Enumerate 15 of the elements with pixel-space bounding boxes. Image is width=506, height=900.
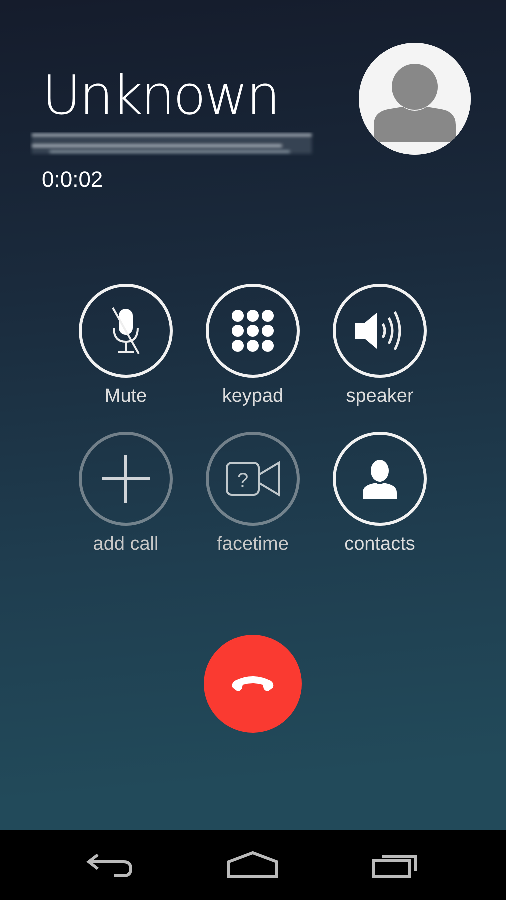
keypad-button[interactable] — [206, 284, 300, 378]
button-label: contacts — [344, 532, 416, 556]
keypad-icon — [231, 309, 275, 353]
call-duration: 0:0:02 — [42, 166, 104, 194]
button-label: speaker — [346, 385, 414, 409]
plus-icon — [101, 454, 151, 504]
speaker-button[interactable] — [333, 284, 427, 378]
mute-button[interactable] — [79, 284, 173, 378]
button-label: facetime — [217, 532, 289, 556]
button-label: keypad — [222, 385, 284, 409]
person-icon — [362, 458, 398, 498]
button-label: Mute — [104, 385, 148, 409]
caller-name: Unknown — [42, 69, 279, 123]
button-label: add call — [93, 532, 159, 556]
contacts-button[interactable] — [333, 432, 427, 526]
